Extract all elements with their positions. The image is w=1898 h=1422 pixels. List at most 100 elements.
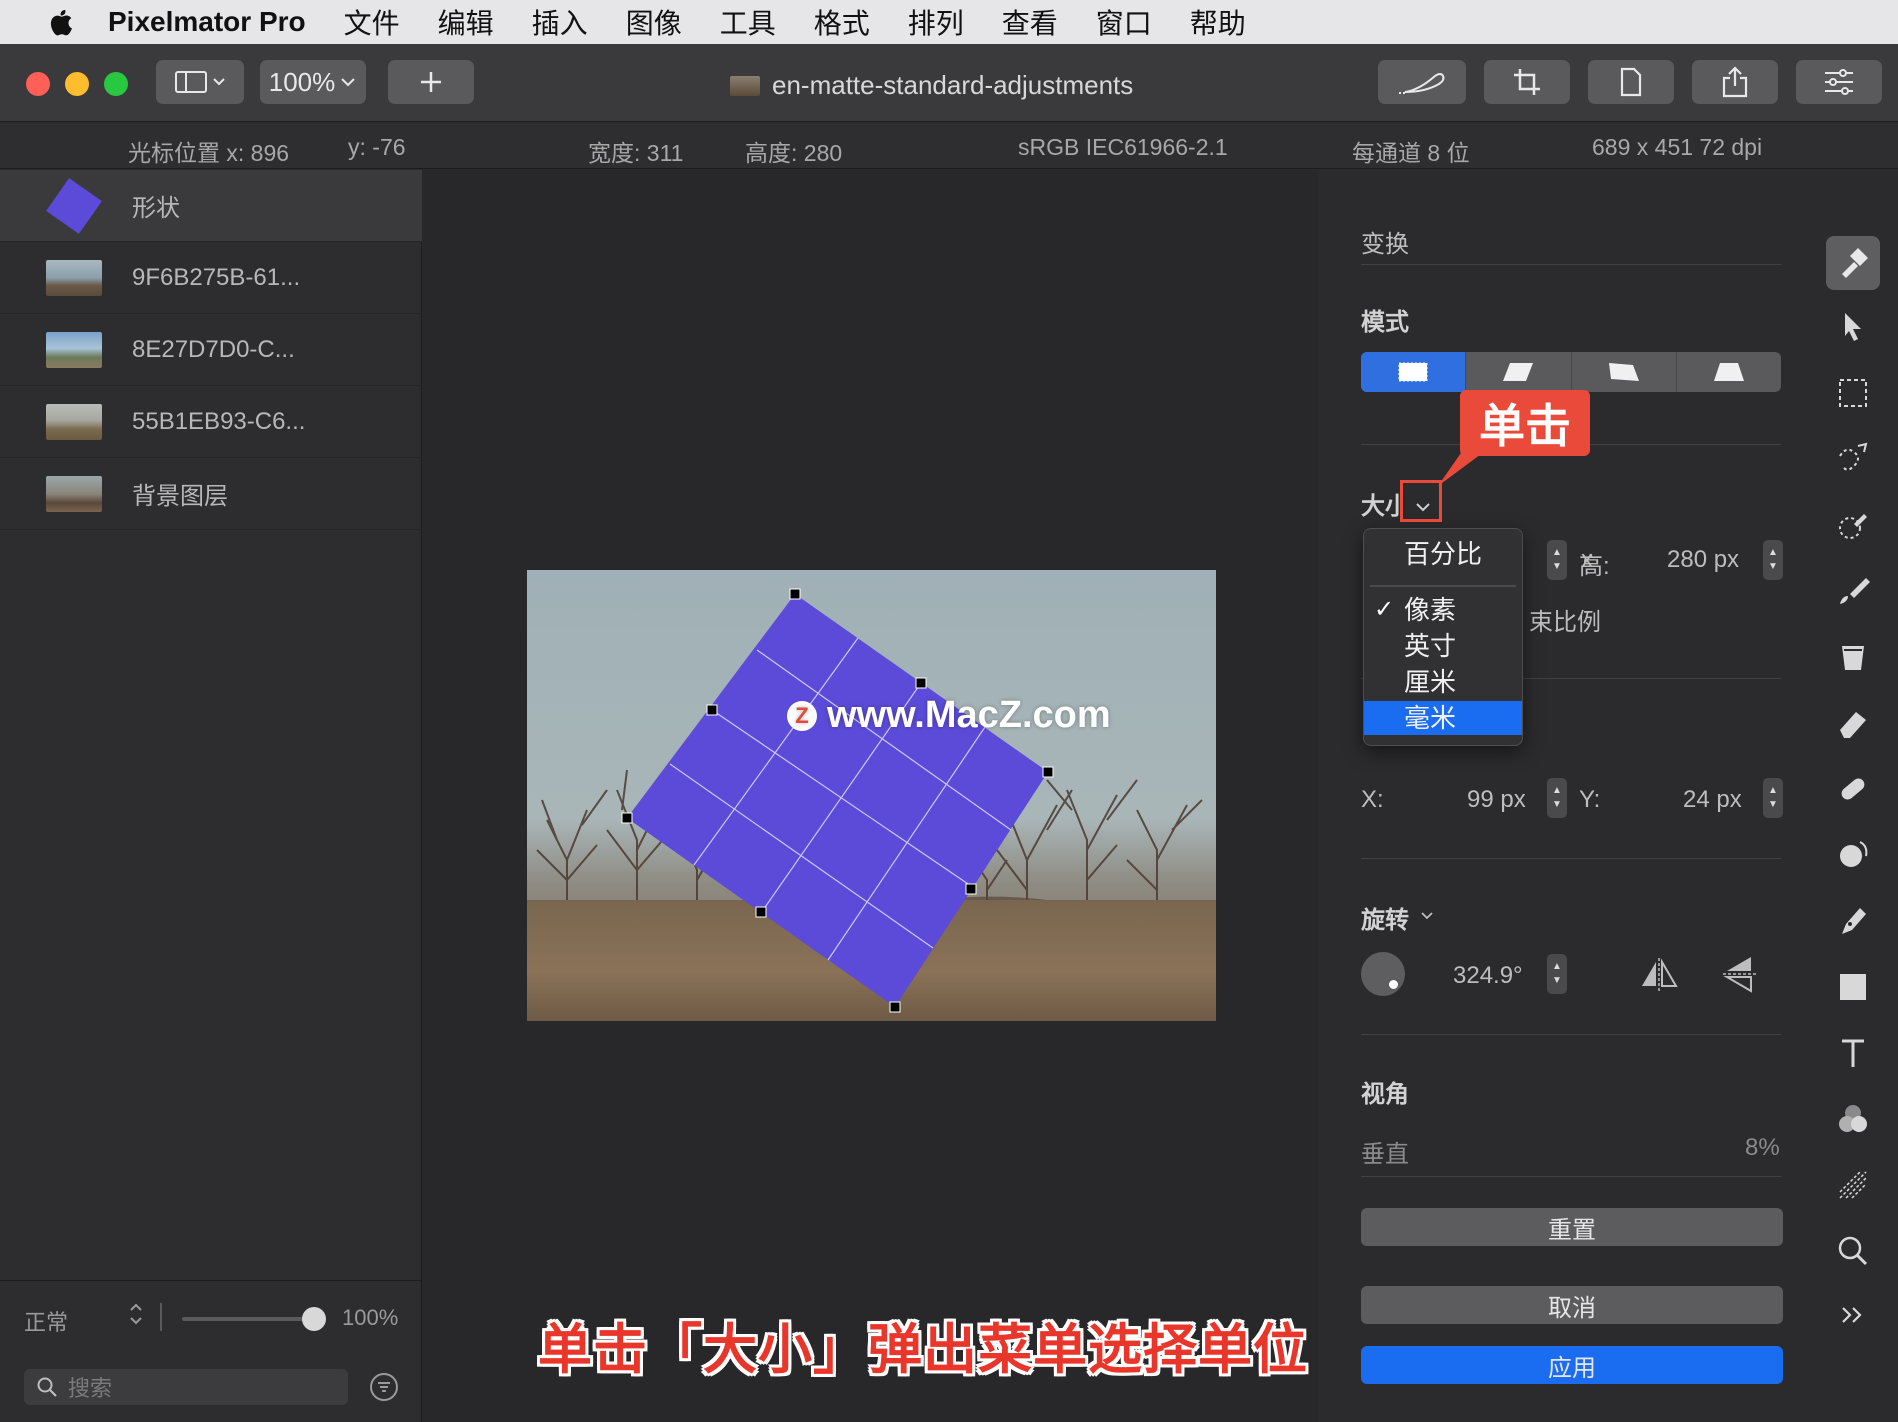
- crop-button[interactable]: [1484, 60, 1570, 104]
- constrain-proportions-label[interactable]: 束比例: [1529, 602, 1601, 637]
- menu-window[interactable]: 窗口: [1096, 2, 1152, 42]
- flip-vertical-icon[interactable]: [1723, 954, 1757, 994]
- updown-chevron-icon[interactable]: [128, 1301, 144, 1327]
- format-brush-button[interactable]: [1378, 60, 1466, 104]
- minimize-window-button[interactable]: [65, 72, 89, 96]
- annotation-callout: 单击: [1460, 390, 1590, 456]
- close-window-button[interactable]: [26, 72, 50, 96]
- menu-edit[interactable]: 编辑: [438, 2, 494, 42]
- menu-help[interactable]: 帮助: [1190, 2, 1246, 42]
- layer-thumbnail: [46, 259, 102, 296]
- eraser-tool[interactable]: [1826, 696, 1880, 750]
- type-tool[interactable]: [1826, 1026, 1880, 1080]
- paint-tool[interactable]: [1826, 564, 1880, 618]
- color-adjustments-tool[interactable]: [1826, 1092, 1880, 1146]
- zoom-dropdown[interactable]: 100%: [260, 60, 366, 104]
- arrange-icon: [1842, 248, 1868, 278]
- layer-row[interactable]: 形状: [0, 170, 422, 242]
- zoom-window-button[interactable]: [104, 72, 128, 96]
- app-name-menu[interactable]: Pixelmator Pro: [108, 6, 306, 38]
- layer-row[interactable]: 9F6B275B-61...: [0, 242, 422, 314]
- mode-skew[interactable]: [1466, 352, 1572, 392]
- y-value[interactable]: 24 px: [1683, 786, 1742, 814]
- sidebar-icon: [175, 71, 225, 93]
- mode-distort[interactable]: [1572, 352, 1677, 392]
- menu-tools[interactable]: 工具: [720, 2, 776, 42]
- layer-row[interactable]: 8E27D7D0-C...: [0, 314, 422, 386]
- rectangle-selection-tool[interactable]: [1826, 366, 1880, 420]
- retouch-tool[interactable]: [1826, 828, 1880, 882]
- zoom-tool[interactable]: [1826, 1224, 1880, 1278]
- canvas-area[interactable]: Z www.MacZ.com 单击「大小」弹出菜单选择单位: [423, 170, 1318, 1422]
- fill-tool[interactable]: [1826, 630, 1880, 684]
- select-tool[interactable]: [1826, 300, 1880, 354]
- color-picker-tool[interactable]: [1826, 498, 1880, 552]
- rotation-stepper[interactable]: ▲ ▼: [1547, 954, 1567, 994]
- mode-perspective[interactable]: [1677, 352, 1781, 392]
- shape-tool[interactable]: [1826, 960, 1880, 1014]
- y-stepper[interactable]: ▲ ▼: [1763, 778, 1783, 818]
- x-value[interactable]: 99 px: [1467, 786, 1526, 814]
- cancel-button[interactable]: 取消: [1361, 1286, 1783, 1324]
- width-stepper[interactable]: ▲ ▼: [1547, 540, 1567, 580]
- layer-row[interactable]: 背景图层: [0, 458, 422, 530]
- bit-depth: 每通道 8 位: [1352, 140, 1470, 166]
- cursor-y-readout: y: -76: [348, 134, 406, 160]
- x-stepper[interactable]: ▲ ▼: [1547, 778, 1567, 818]
- rotation-value[interactable]: 324.9°: [1453, 962, 1523, 990]
- layer-name: 背景图层: [132, 483, 228, 510]
- pen-nib-icon: [1842, 908, 1866, 934]
- layer-thumbnail: [46, 475, 102, 512]
- menu-format[interactable]: 格式: [814, 2, 870, 42]
- blend-mode-select[interactable]: 正常: [24, 1305, 68, 1337]
- height-stepper[interactable]: ▲ ▼: [1763, 540, 1783, 580]
- document-thumbnail: [730, 75, 760, 96]
- effects-tool[interactable]: [1826, 1158, 1880, 1212]
- menu-image[interactable]: 图像: [626, 2, 682, 42]
- add-button[interactable]: [388, 60, 474, 104]
- bandage-icon: [1841, 778, 1865, 800]
- document-button[interactable]: [1588, 60, 1674, 104]
- menu-item-centimeters[interactable]: 厘米: [1364, 665, 1522, 699]
- layer-row[interactable]: 55B1EB93-C6...: [0, 386, 422, 458]
- document-title: en-matte-standard-adjustments: [730, 70, 1133, 101]
- shape-thumbnail: [46, 177, 102, 234]
- repair-tool[interactable]: [1826, 762, 1880, 816]
- rotation-dial[interactable]: [1361, 952, 1405, 996]
- effects-icon: [1839, 1171, 1867, 1199]
- layer-search-input[interactable]: 搜索: [24, 1369, 348, 1405]
- menu-insert[interactable]: 插入: [532, 2, 588, 42]
- rectangle-icon: [1398, 362, 1428, 382]
- chevron-down-icon[interactable]: [1419, 910, 1435, 922]
- mode-label: 模式: [1361, 309, 1409, 336]
- filter-icon[interactable]: [370, 1373, 398, 1401]
- share-button[interactable]: [1692, 60, 1778, 104]
- selected-shape[interactable]: [527, 570, 1216, 1021]
- apple-icon[interactable]: [40, 4, 80, 40]
- menu-item-inches[interactable]: 英寸: [1364, 629, 1522, 663]
- apply-button[interactable]: 应用: [1361, 1346, 1783, 1384]
- mode-free-transform[interactable]: [1361, 352, 1467, 392]
- search-icon: [37, 1377, 57, 1397]
- opacity-slider-track[interactable]: [182, 1317, 314, 1321]
- vertical-value[interactable]: 8%: [1745, 1134, 1780, 1162]
- reset-button[interactable]: 重置: [1361, 1208, 1783, 1246]
- menu-arrange[interactable]: 排列: [908, 2, 964, 42]
- menu-item-percent[interactable]: 百分比: [1364, 537, 1522, 571]
- menu-item-millimeters[interactable]: 毫米: [1364, 701, 1522, 735]
- quick-selection-tool[interactable]: [1826, 432, 1880, 486]
- transform-mode-segmented-control[interactable]: [1361, 352, 1781, 392]
- pen-tool[interactable]: [1826, 894, 1880, 948]
- adjustments-button[interactable]: [1796, 60, 1882, 104]
- flip-horizontal-icon[interactable]: [1639, 958, 1679, 992]
- menu-item-pixels[interactable]: ✓ 像素: [1364, 593, 1522, 627]
- height-value[interactable]: 280 px: [1667, 546, 1739, 574]
- arrange-tool[interactable]: [1826, 236, 1880, 290]
- opacity-slider-knob[interactable]: [302, 1307, 326, 1331]
- sidebar-toggle-button[interactable]: [156, 60, 244, 104]
- menu-file[interactable]: 文件: [344, 2, 400, 42]
- document-image[interactable]: Z www.MacZ.com: [527, 570, 1216, 1021]
- rotate-label[interactable]: 旋转: [1361, 900, 1409, 935]
- more-tools-button[interactable]: [1826, 1288, 1880, 1342]
- menu-view[interactable]: 查看: [1002, 2, 1058, 42]
